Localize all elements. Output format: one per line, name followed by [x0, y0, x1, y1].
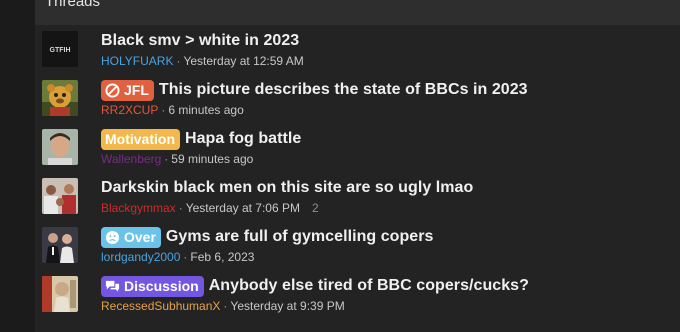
- thread-time[interactable]: Yesterday at 7:06 PM: [186, 201, 300, 215]
- thread-author[interactable]: RR2XCUP: [101, 103, 158, 117]
- gtfih-text-avatar-icon: GTFIH: [42, 31, 78, 67]
- thread-time[interactable]: 59 minutes ago: [171, 152, 253, 166]
- thread-row[interactable]: Discussion Anybody else tired of BBC cop…: [42, 275, 680, 322]
- thread-author[interactable]: lordgandy2000: [101, 250, 180, 264]
- group-photo-avatar-icon: [42, 178, 78, 214]
- thread-time[interactable]: Yesterday at 9:39 PM: [230, 299, 344, 313]
- avatar[interactable]: [42, 227, 78, 263]
- thread-title[interactable]: Black smv > white in 2023: [101, 32, 299, 50]
- thread-row[interactable]: Over Gyms are full of gymcelling copers …: [42, 226, 680, 273]
- thread-author[interactable]: Wallenberg: [101, 152, 161, 166]
- thread-title[interactable]: This picture describes the state of BBCs…: [159, 81, 528, 99]
- thread-title[interactable]: Gyms are full of gymcelling copers: [166, 228, 434, 246]
- thread-title[interactable]: Darkskin black men on this site are so u…: [101, 179, 473, 197]
- avatar[interactable]: [42, 276, 78, 312]
- thread-meta: RR2XCUP · 6 minutes ago: [101, 103, 244, 117]
- thread-row[interactable]: Motivation Hapa fog battle Wallenberg · 59…: [42, 128, 680, 175]
- no-symbol-icon: [105, 82, 120, 98]
- thread-meta: HOLYFUARK · Yesterday at 12:59 AM: [101, 54, 304, 68]
- face-photo-avatar-icon: [42, 129, 78, 165]
- statue-photo-avatar-icon: [42, 276, 78, 312]
- prefix-badge[interactable]: Motivation: [101, 128, 180, 150]
- thread-row[interactable]: Darkskin black men on this site are so u…: [42, 178, 680, 224]
- thread-title[interactable]: Anybody else tired of BBC copers/cucks?: [209, 277, 529, 295]
- suit-photo-avatar-icon: [42, 227, 78, 263]
- svg-text:GTFIH: GTFIH: [50, 47, 71, 54]
- thread-time[interactable]: Feb 6, 2023: [190, 250, 254, 264]
- panel-title: Threads: [35, 0, 680, 25]
- prefix-badge[interactable]: JFL: [101, 79, 154, 101]
- avatar[interactable]: [42, 80, 78, 116]
- thread-time[interactable]: Yesterday at 12:59 AM: [183, 54, 303, 68]
- thread-meta: lordgandy2000 · Feb 6, 2023: [101, 250, 255, 264]
- avatar[interactable]: [42, 178, 78, 214]
- thread-meta: Wallenberg · 59 minutes ago: [101, 152, 254, 166]
- thread-title[interactable]: Hapa fog battle: [185, 130, 301, 148]
- thread-time[interactable]: 6 minutes ago: [168, 103, 243, 117]
- cartoon-bear-avatar-icon: [42, 80, 78, 116]
- thread-meta: Blackgymmax · Yesterday at 7:06 PM 2: [101, 201, 319, 215]
- thread-row[interactable]: JFL This picture describes the state of …: [42, 79, 680, 126]
- avatar[interactable]: [42, 129, 78, 165]
- thread-meta: RecessedSubhumanX · Yesterday at 9:39 PM: [101, 299, 345, 313]
- thread-author[interactable]: RecessedSubhumanX: [101, 299, 220, 313]
- prefix-badge[interactable]: Over: [101, 226, 161, 248]
- thread-author[interactable]: Blackgymmax: [101, 201, 176, 215]
- thread-row[interactable]: GTFIH Black smv > white in 2023 HOLYFUAR…: [42, 31, 680, 77]
- avatar[interactable]: GTFIH: [42, 31, 78, 67]
- reply-count: 2: [311, 201, 319, 215]
- sad-face-icon: [105, 230, 120, 244]
- prefix-badge[interactable]: Discussion: [101, 275, 204, 297]
- thread-author[interactable]: HOLYFUARK: [101, 54, 173, 68]
- speech-bubbles-icon: [105, 280, 120, 292]
